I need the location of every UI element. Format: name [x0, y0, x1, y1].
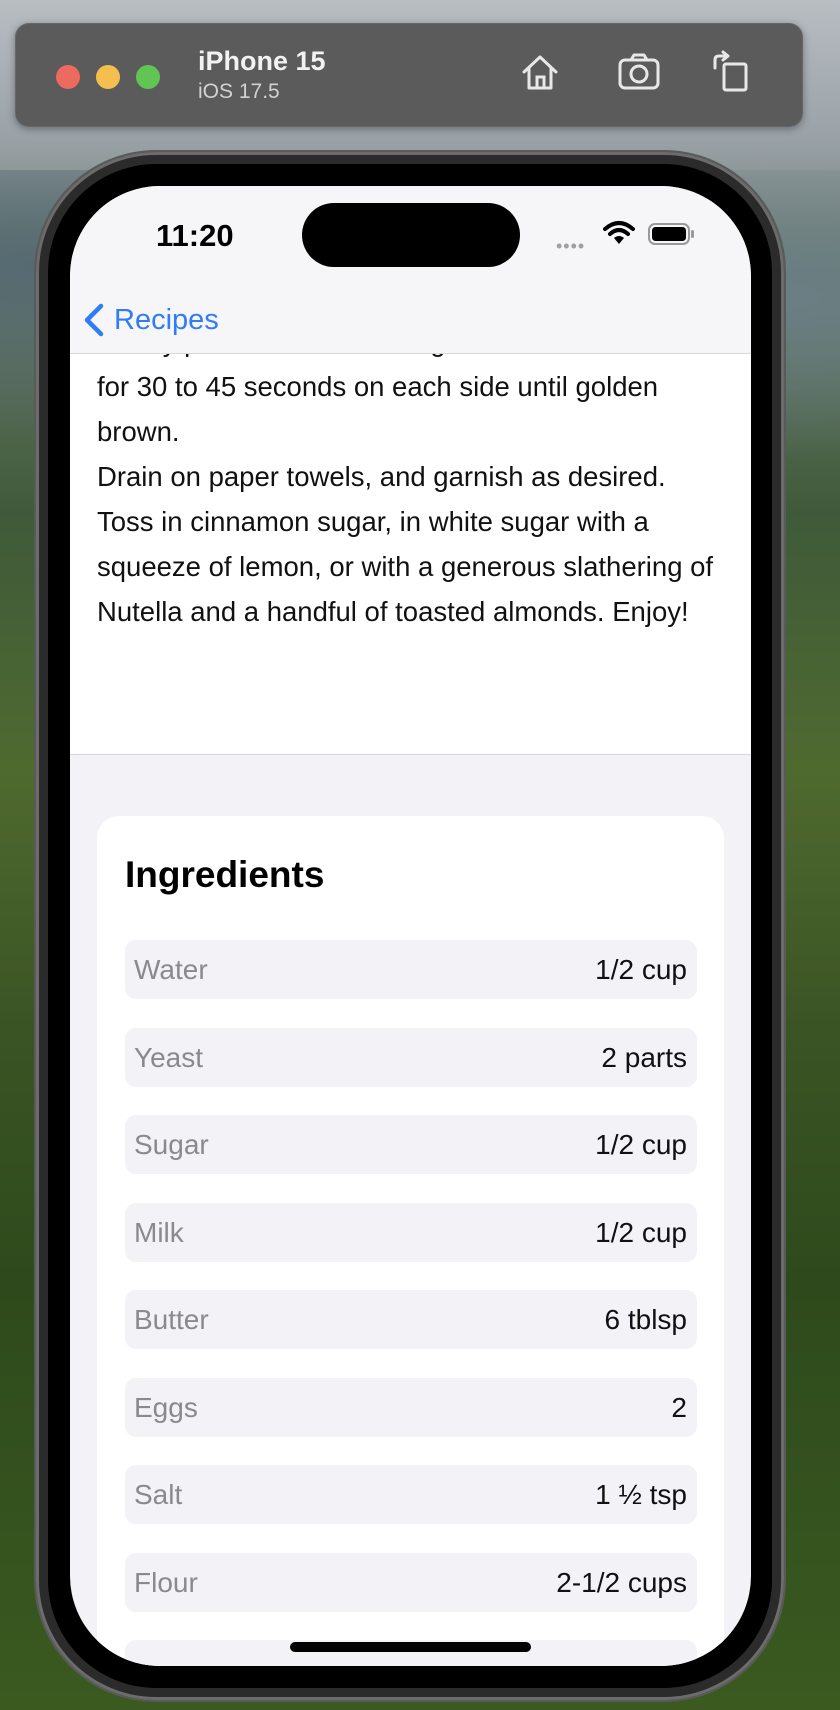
back-button[interactable]: Recipes [82, 298, 219, 342]
ingredient-amount: 1 ½ tsp [595, 1479, 687, 1510]
instructions-section: Gently place beavertail dough into hot o… [70, 354, 751, 755]
device-name: iPhone 15 [198, 46, 326, 76]
ingredient-amount: 1/2 cup [595, 1216, 687, 1248]
status-bar: 11:20 •••• [70, 186, 751, 286]
home-button[interactable] [518, 50, 562, 94]
zoom-window-button[interactable] [136, 65, 160, 89]
home-indicator[interactable] [290, 1642, 531, 1652]
ingredient-row: Milk 1/2 cup [125, 1202, 697, 1262]
status-time: 11:20 [156, 218, 234, 253]
ingredient-name: Sugar [134, 1129, 209, 1160]
ingredient-name: Water [134, 954, 208, 985]
instructions-text: Gently place beavertail dough into hot o… [97, 354, 717, 634]
recipe-detail-scroll[interactable]: Gently place beavertail dough into hot o… [70, 354, 751, 1666]
screenshot-button[interactable] [617, 50, 661, 94]
back-button-label: Recipes [114, 303, 219, 336]
wifi-icon [603, 221, 635, 244]
phone-screen: 11:20 •••• Recipes Gently place beaverta… [70, 186, 751, 1666]
rotate-button[interactable] [709, 50, 753, 94]
ingredient-row: Butter 6 tblsp [125, 1290, 697, 1349]
ingredient-amount: 6 tblsp [604, 1304, 688, 1335]
ingredient-amount: 1/2 cup [595, 1129, 687, 1160]
chevron-left-icon [84, 303, 104, 337]
ingredients-card: Ingredients Water 1/2 cup Yeast 2 parts … [97, 816, 724, 1666]
ingredient-amount: 2 [671, 1391, 687, 1423]
ingredient-name: Yeast [134, 1041, 204, 1073]
ingredient-name: Milk [134, 1216, 184, 1248]
ingredient-name: Salt [134, 1479, 183, 1510]
instruction-step: Gently place beavertail dough into hot o… [97, 354, 713, 447]
camera-icon [618, 53, 660, 90]
cellular-signal-icon: •••• [556, 236, 586, 256]
ingredients-list: Water 1/2 cup Yeast 2 parts Sugar 1/2 cu… [125, 940, 697, 1666]
ingredient-row: Salt 1 ½ tsp [125, 1465, 697, 1524]
rotate-icon [713, 50, 748, 92]
ingredient-name: Butter [134, 1304, 209, 1335]
os-version: iOS 17.5 [198, 80, 280, 103]
navigation-bar: Recipes [70, 286, 751, 354]
ingredient-name: Flour [134, 1566, 198, 1598]
ingredient-row: Sugar 1/2 cup [125, 1115, 697, 1174]
minimize-window-button[interactable] [96, 65, 120, 89]
ingredient-row: Flour 2-1/2 cups [125, 1552, 697, 1612]
ingredient-row: Eggs 2 [125, 1377, 697, 1437]
ingredient-row: Water 1/2 cup [125, 940, 697, 999]
close-window-button[interactable] [56, 65, 80, 89]
ingredient-row: Yeast 2 parts [125, 1027, 697, 1087]
ingredient-amount: 2-1/2 cups [556, 1566, 687, 1598]
dynamic-island [302, 203, 520, 267]
ingredient-amount: 2 parts [601, 1041, 687, 1073]
home-icon [522, 55, 558, 90]
ingredient-name: Eggs [134, 1391, 198, 1423]
instruction-step: Drain on paper towels, and garnish as de… [97, 461, 714, 627]
simulator-toolbar [15, 23, 803, 127]
ingredient-amount: 1/2 cup [595, 954, 687, 985]
battery-icon [648, 223, 694, 245]
ingredients-title: Ingredients [125, 854, 325, 895]
